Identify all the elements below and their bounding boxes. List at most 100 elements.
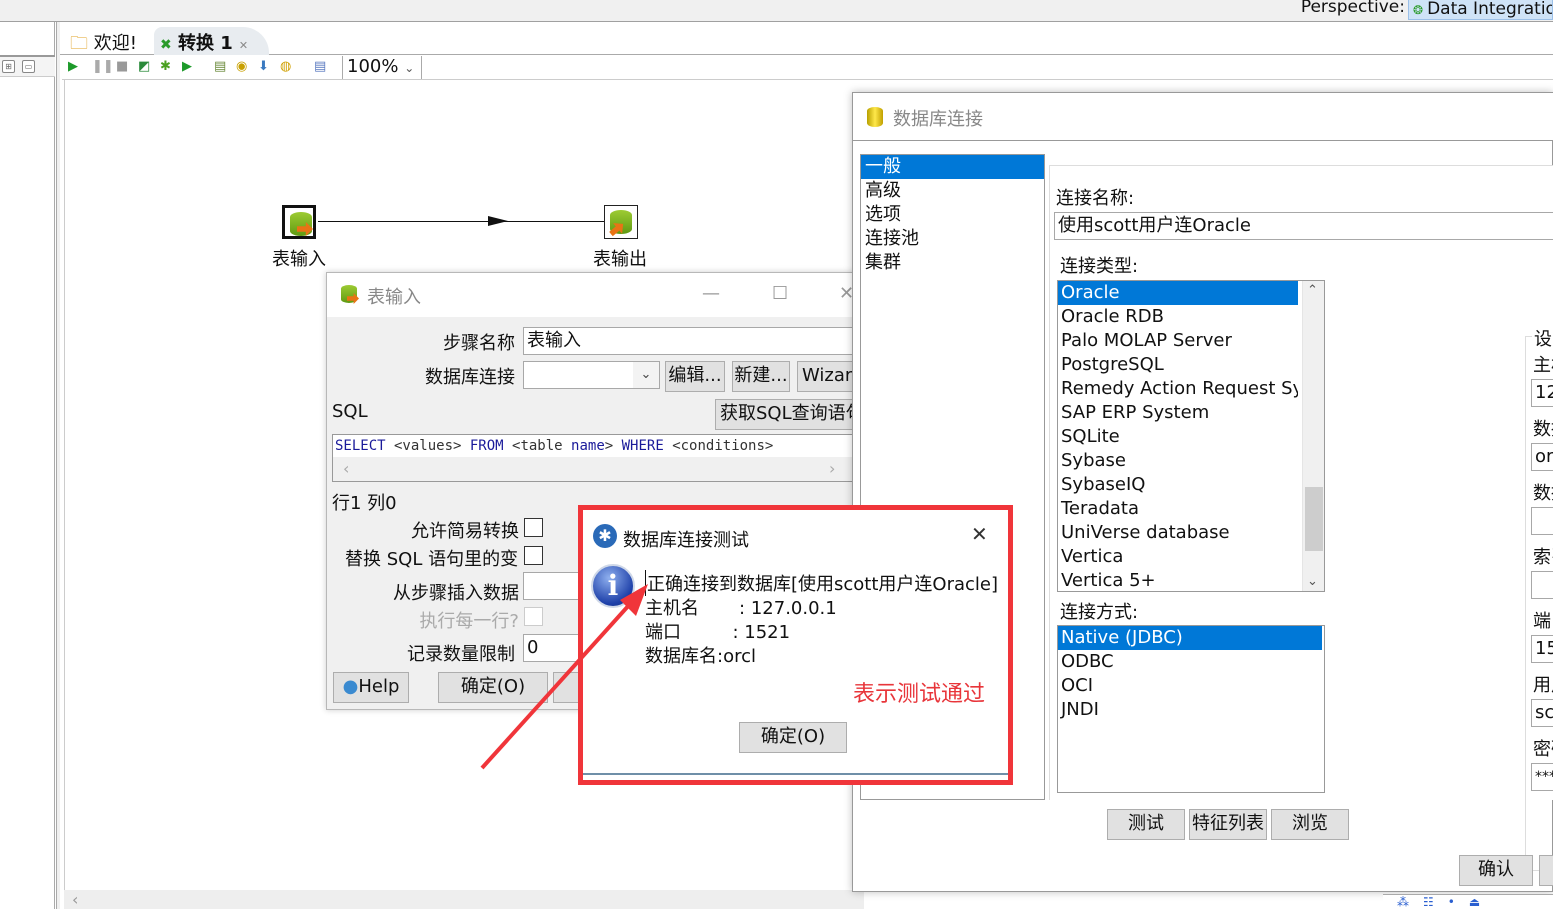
- access-method-item[interactable]: OCI: [1058, 674, 1322, 698]
- nav-item-clustering[interactable]: 集群: [861, 251, 1044, 275]
- tab-welcome[interactable]: 🗀 欢迎!: [64, 27, 143, 55]
- connection-name-input[interactable]: 使用scott用户连Oracle: [1054, 212, 1553, 240]
- replay-icon[interactable]: ▶: [182, 59, 192, 75]
- settings-label: 设置: [1532, 325, 1553, 351]
- db-connection-label: 数据库连接: [425, 367, 515, 388]
- connection-type-item[interactable]: Palo MOLAP Server: [1058, 329, 1298, 353]
- test-button[interactable]: 测试: [1107, 809, 1185, 840]
- help-button[interactable]: ●Help: [333, 672, 409, 703]
- get-sql-button[interactable]: 获取SQL查询语句...: [715, 399, 857, 430]
- collapse-icon[interactable]: ▭: [22, 60, 35, 73]
- cancel-button[interactable]: [1539, 855, 1553, 886]
- connection-type-item[interactable]: Sybase: [1058, 449, 1298, 473]
- nav-item-general[interactable]: 一般: [861, 155, 1044, 179]
- access-method-item[interactable]: JNDI: [1058, 698, 1322, 722]
- horizontal-scrollbar[interactable]: ‹: [64, 890, 864, 909]
- ok-button[interactable]: 确定(O): [739, 722, 847, 753]
- lazy-conversion-checkbox[interactable]: [524, 518, 543, 537]
- connection-type-item[interactable]: Oracle RDB: [1058, 305, 1298, 329]
- scroll-left-icon[interactable]: ‹: [72, 890, 78, 909]
- edit-button[interactable]: 编辑...: [665, 361, 725, 392]
- password-input[interactable]: *****: [1531, 763, 1553, 791]
- sql-editor[interactable]: SELECT <values> FROM <table name> WHERE …: [332, 434, 857, 482]
- scrollbar-thumb[interactable]: [1305, 487, 1323, 551]
- replace-variables-checkbox[interactable]: [524, 546, 543, 565]
- connection-type-item[interactable]: UniVerse database: [1058, 521, 1298, 545]
- pause-icon[interactable]: ❚❚: [92, 59, 114, 75]
- connection-name-label: 连接名称:: [1056, 188, 1135, 209]
- verify-icon[interactable]: ▤: [214, 59, 226, 75]
- connection-type-item[interactable]: Teradata: [1058, 497, 1298, 521]
- toolbar-icon[interactable]: ⏏: [1469, 895, 1494, 909]
- dialog-titlebar: 数据库连接: [853, 93, 1553, 141]
- connection-type-item[interactable]: SybaseIQ: [1058, 473, 1298, 497]
- toolbar-icon[interactable]: ☷: [1423, 895, 1448, 909]
- feature-list-button[interactable]: 特征列表: [1189, 809, 1267, 840]
- nav-item-pooling[interactable]: 连接池: [861, 227, 1044, 251]
- nav-item-advanced[interactable]: 高级: [861, 179, 1044, 203]
- index-tablespace-input[interactable]: [1531, 571, 1553, 599]
- connection-type-list[interactable]: Oracle Oracle RDB Palo MOLAP Server Postgre…: [1057, 280, 1325, 592]
- step-name-label: 步骤名称: [443, 333, 515, 354]
- host-input[interactable]: 127.0.0.1: [1531, 379, 1553, 407]
- dialog-titlebar: 表输入 — ☐ ✕: [327, 273, 857, 317]
- minimize-icon[interactable]: —: [702, 283, 720, 304]
- close-tab-icon[interactable]: ✕: [239, 39, 248, 52]
- perspective-button[interactable]: ❂ Data Integration: [1408, 0, 1553, 20]
- sql-icon[interactable]: ⬇: [258, 59, 269, 75]
- zoom-select[interactable]: 100% ⌄: [342, 56, 422, 79]
- impact-icon[interactable]: ◉: [236, 59, 247, 75]
- perspective-label: Perspective:: [1300, 0, 1405, 17]
- chevron-down-icon: ⌄: [633, 362, 659, 388]
- scroll-right-icon[interactable]: ›: [829, 459, 835, 478]
- new-button[interactable]: 新建...: [732, 361, 790, 392]
- step-table-output[interactable]: [604, 205, 638, 239]
- maximize-icon[interactable]: ☐: [772, 283, 788, 304]
- sql-text[interactable]: SELECT <values> FROM <table name> WHERE …: [333, 435, 853, 457]
- wizard-button[interactable]: Wizard...: [797, 361, 857, 392]
- step-table-input[interactable]: [282, 205, 316, 239]
- data-tablespace-input[interactable]: [1531, 507, 1553, 535]
- debug-icon[interactable]: ✱: [160, 59, 171, 75]
- access-method-item[interactable]: Native (JDBC): [1058, 626, 1322, 650]
- perspective-value: Data Integration: [1427, 0, 1553, 19]
- close-icon[interactable]: ✕: [971, 522, 988, 546]
- username-input[interactable]: scott: [1531, 699, 1553, 727]
- explore-button[interactable]: 浏览: [1271, 809, 1349, 840]
- top-bar: Perspective: ❂ Data Integration: [0, 0, 1553, 22]
- connection-type-item[interactable]: PostgreSQL: [1058, 353, 1298, 377]
- run-icon[interactable]: ▶: [68, 59, 78, 75]
- confirm-button[interactable]: 确认: [1459, 855, 1533, 886]
- sql-keyword: FROM: [469, 438, 504, 454]
- tab-transformation[interactable]: ✖ 转换 1 ✕: [154, 27, 269, 55]
- access-method-item[interactable]: ODBC: [1058, 650, 1322, 674]
- align-icon[interactable]: ▤: [314, 59, 326, 75]
- scroll-up-icon[interactable]: ⌃: [1307, 283, 1318, 298]
- scroll-down-icon[interactable]: ⌄: [1307, 574, 1318, 589]
- scroll-left-icon[interactable]: ‹: [343, 459, 349, 478]
- connection-type-item[interactable]: SQLite: [1058, 425, 1298, 449]
- connection-type-item[interactable]: Remedy Action Request System: [1058, 377, 1298, 401]
- db-connection-select[interactable]: ⌄: [523, 361, 660, 389]
- connection-type-item[interactable]: Oracle: [1058, 281, 1298, 305]
- explore-db-icon[interactable]: ◍: [280, 59, 291, 75]
- preview-icon[interactable]: ◩: [138, 59, 150, 75]
- port-input[interactable]: 1521: [1531, 635, 1553, 663]
- connection-type-item[interactable]: Vertica: [1058, 545, 1298, 569]
- tree-icon[interactable]: ⊞: [2, 60, 15, 73]
- toolbar-icon[interactable]: ⁂: [1397, 895, 1423, 909]
- dbname-input[interactable]: orcl: [1531, 443, 1553, 471]
- access-method-list[interactable]: Native (JDBC) ODBC OCI JNDI: [1057, 625, 1325, 793]
- stop-icon[interactable]: ■: [116, 59, 128, 75]
- general-panel: 连接名称: 使用scott用户连Oracle 连接类型: Oracle Oracl…: [1049, 165, 1553, 871]
- vertical-scrollbar[interactable]: ⌃ ⌄: [1302, 281, 1324, 591]
- connection-type-item[interactable]: Vertica 5+: [1058, 569, 1298, 591]
- connection-type-item[interactable]: SAP ERP System: [1058, 401, 1298, 425]
- database-icon: [867, 107, 883, 127]
- hop-arrow-icon: [488, 216, 508, 226]
- sql-keyword: SELECT: [335, 438, 386, 454]
- hop-line[interactable]: [318, 221, 604, 222]
- toolbar-icon[interactable]: •: [1448, 895, 1469, 909]
- nav-item-options[interactable]: 选项: [861, 203, 1044, 227]
- step-name-input[interactable]: 表输入: [523, 327, 857, 355]
